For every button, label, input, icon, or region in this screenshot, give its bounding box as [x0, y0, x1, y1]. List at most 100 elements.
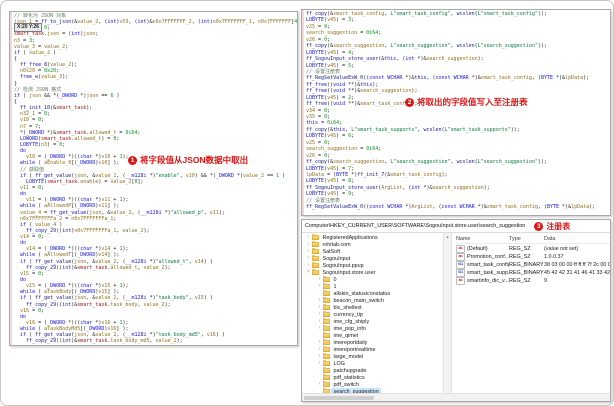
tree-item-label: ime_cfg_shiply — [333, 318, 370, 325]
value-name: ab Promotion_conf... — [456, 253, 509, 261]
regedit-body: › RegisteredApplications › rohitab.com › SatS… — [302, 233, 610, 394]
tree-item-ime_pop_info[interactable]: › ime_pop_info — [302, 324, 443, 332]
tree-item-large_model[interactable]: › large_model — [302, 352, 443, 360]
folder-icon — [323, 331, 330, 338]
annotation-3-badge-icon: 3 — [534, 221, 544, 231]
registry-tree: › RegisteredApplications › rohitab.com › SatS… — [302, 233, 443, 394]
registry-value-row[interactable]: ab (Default) REG_SZ (value not set) — [456, 245, 610, 253]
tree-item-label: SogouInput.store.user — [322, 269, 376, 276]
chevron-right-icon[interactable]: › — [316, 283, 323, 290]
tree-item-label: SogouInput — [322, 255, 351, 262]
tree-item-0[interactable]: › 0 — [302, 275, 443, 283]
folder-icon — [323, 380, 330, 387]
chevron-right-icon[interactable]: › — [316, 276, 323, 283]
chevron-right-icon[interactable]: › — [316, 360, 323, 367]
values-header-row: Name Type Data — [456, 234, 610, 244]
chevron-down-icon[interactable]: ˅ — [305, 269, 312, 276]
reg-sz-icon: ab — [456, 245, 465, 253]
folder-icon — [323, 282, 330, 289]
tree-item-pdf_switch[interactable]: › pdf_switch — [302, 380, 443, 388]
tree-item-label: pdf_switch — [333, 381, 359, 388]
value-name: 011 smart_task_config — [456, 261, 509, 269]
value-data: 1.0.0.37 — [544, 254, 564, 260]
tree-item-pdf_statistics[interactable]: pdf_statistics — [302, 373, 443, 381]
value-type: REG_BINARY — [509, 270, 544, 276]
chevron-right-icon[interactable]: › — [305, 234, 312, 241]
tree-item-imereportdaily[interactable]: › imereportdaily — [302, 338, 443, 346]
annotation-2-badge-icon: 2 — [405, 97, 414, 107]
tree-item-1[interactable]: › 1 — [302, 282, 443, 290]
tree-item-SogouInput.ppup[interactable]: › SogouInput.ppup — [302, 261, 443, 269]
value-type: REG_SZ — [509, 254, 531, 260]
annotation-1-text: 将字段值从JSON数据中取出 — [140, 155, 249, 165]
regedit-address-bar[interactable]: Computer\HKEY_CURRENT_USER\SOFTWARE\Sogo… — [302, 220, 610, 233]
chevron-right-icon[interactable]: › — [305, 255, 312, 262]
chevron-right-icon[interactable]: › — [305, 241, 312, 248]
pseudocode-panel-left: // 转化为 JSON 对象json_1 = ff_to_json(&value… — [9, 11, 298, 346]
tree-item-currency_tip[interactable]: › currency_tip — [302, 310, 443, 318]
column-header-type[interactable]: Type — [509, 236, 544, 242]
tree-item-beacon_main_switch[interactable]: › beacon_main_switch — [302, 296, 443, 304]
chevron-right-icon[interactable]: › — [305, 248, 312, 255]
chevron-right-icon[interactable]: › — [316, 304, 323, 311]
column-header-name[interactable]: Name — [456, 236, 509, 242]
chevron-right-icon[interactable]: › — [305, 262, 312, 269]
tree-item-ime_qimei[interactable]: ime_qimei — [302, 331, 443, 339]
folder-icon — [312, 254, 319, 261]
tree-vertical-scrollbar[interactable]: ▴ — [443, 233, 452, 394]
value-name: ab smartinfo_dic_v... — [456, 277, 509, 285]
folder-icon — [323, 310, 330, 317]
chevron-right-icon[interactable]: › — [316, 318, 323, 325]
annotation-2-text: 将取出的字段值写入至注册表 — [417, 97, 528, 107]
tree-item-rohitab.com[interactable]: › rohitab.com — [302, 240, 443, 248]
folder-icon — [312, 268, 319, 275]
folder-icon — [312, 261, 319, 268]
tree-item-label: rohitab.com — [322, 241, 351, 248]
code-margin-strip — [10, 12, 12, 345]
tree-item-RegisteredApplications[interactable]: › RegisteredApplications — [302, 233, 443, 241]
tree-item-patchupgrade[interactable]: patchupgrade — [302, 366, 443, 374]
column-header-data[interactable]: Data — [544, 236, 610, 242]
scrollbar-thumb[interactable] — [304, 395, 374, 400]
scroll-up-icon[interactable]: ▴ — [446, 234, 448, 239]
tree-item-LOG[interactable]: › LOG — [302, 359, 443, 367]
chevron-right-icon[interactable]: › — [316, 346, 323, 353]
registry-path: Computer\HKEY_CURRENT_USER\SOFTWARE\Sogo… — [305, 223, 526, 229]
value-data: (value not set) — [544, 246, 579, 252]
code-line: ff_copy_29((int)&smart_task.task_body_md… — [26, 338, 183, 345]
tree-item-label: 0 — [333, 276, 337, 283]
registry-value-row[interactable]: ab Promotion_conf... REG_SZ 1.0.0.37 — [456, 253, 610, 261]
tree-item-allskin_statusiconstatus[interactable]: allskin_statusiconstatus — [302, 289, 443, 297]
tree-item-label: ime_qimei — [333, 332, 359, 339]
registry-value-row[interactable]: 011 smart_task_supp... REG_BINARY 45 42 42 … — [456, 269, 610, 277]
tree-item-bic_shellext[interactable]: › bic_shellext — [302, 303, 443, 311]
chevron-right-icon[interactable]: › — [316, 381, 323, 388]
values-rows: ab (Default) REG_SZ (value not set) ab Promot… — [456, 245, 610, 285]
chevron-right-icon[interactable]: › — [316, 339, 323, 346]
tree-item-label: imereportdaily — [333, 339, 368, 346]
pseudocode-panel-right: ff_copy(&smart_task_config, L"smart_task… — [301, 9, 611, 216]
tree-item-ime_cfg_shiply[interactable]: › ime_cfg_shiply — [302, 317, 443, 325]
value-name: ab (Default) — [456, 245, 509, 253]
tree-item-label: SatSoft — [322, 248, 341, 255]
tree-item-label: beacon_main_switch — [333, 297, 384, 304]
folder-icon — [323, 352, 330, 359]
code-margin-strip — [302, 10, 304, 215]
tree-item-imereportrealtime[interactable]: › imereportrealtime — [302, 345, 443, 353]
code-line: json_1 = ff_to_json(&value_2, (int)v59, … — [14, 19, 297, 26]
tree-item-SogouInput.store.user[interactable]: ˅ SogouInput.store.user — [302, 268, 443, 276]
chevron-right-icon[interactable]: › — [316, 325, 323, 332]
annotation-3-text: 注册表 — [546, 221, 571, 231]
tree-horizontal-scrollbar[interactable] — [302, 393, 610, 401]
tree-item-label: ime_pop_info — [333, 325, 366, 332]
registry-value-row[interactable]: 011 smart_task_config REG_BINARY 38 03 00 0… — [456, 261, 610, 269]
tree-item-SatSoft[interactable]: › SatSoft — [302, 247, 443, 255]
folder-icon — [312, 247, 319, 254]
reg-binary-icon: 011 — [456, 269, 465, 277]
chevron-right-icon[interactable]: › — [316, 353, 323, 360]
tree-item-SogouInput[interactable]: › SogouInput — [302, 254, 443, 262]
chevron-right-icon[interactable]: › — [316, 311, 323, 318]
pseudocode-right: ff_copy(&smart_task_config, L"smart_task… — [306, 11, 610, 215]
chevron-right-icon[interactable]: › — [316, 297, 323, 304]
registry-value-row[interactable]: ab smartinfo_dic_v... REG_SZ 9 — [456, 277, 610, 285]
